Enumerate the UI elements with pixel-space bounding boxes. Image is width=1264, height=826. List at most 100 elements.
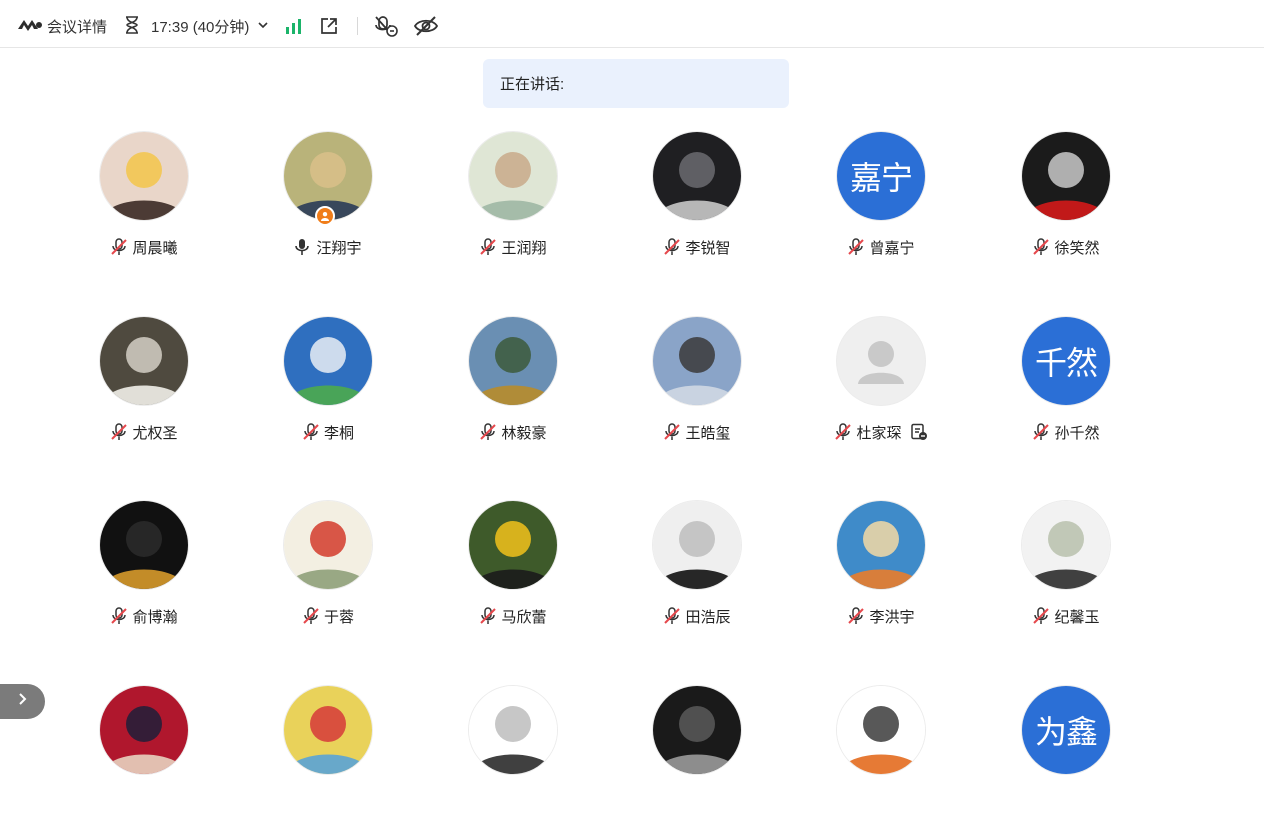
avatar [284, 501, 372, 589]
participant-tile[interactable]: 尤权圣 [69, 317, 219, 457]
microphone-muted-icon [847, 238, 865, 256]
participant-name: 杜家琛 [856, 424, 902, 442]
participant-name-row: 徐笑然 [991, 237, 1141, 257]
participant-name: 王皓玺 [685, 424, 731, 442]
avatar [469, 132, 557, 220]
avatar [284, 317, 372, 405]
avatar-photo [469, 317, 557, 405]
participant-tile[interactable] [806, 686, 956, 826]
participant-name: 纪馨玉 [1054, 608, 1100, 626]
participant-tile[interactable]: 林毅豪 [438, 317, 588, 457]
participant-tile[interactable] [69, 686, 219, 826]
avatar [469, 501, 557, 589]
participant-tile[interactable]: 汪翔宇 [253, 132, 403, 272]
participant-tile[interactable]: 李洪宇 [806, 501, 956, 641]
avatar [653, 501, 741, 589]
participant-name-row: 俞博瀚 [69, 606, 219, 626]
avatar-photo [1022, 501, 1110, 589]
participant-tile[interactable]: 俞博瀚 [69, 501, 219, 641]
avatar [1022, 501, 1110, 589]
microphone-muted-icon [479, 423, 497, 441]
participant-name: 李锐智 [685, 239, 731, 257]
avatar-initials: 千然 [1034, 345, 1098, 381]
avatar [837, 317, 925, 405]
participant-name: 林毅豪 [501, 424, 547, 442]
participant-tile[interactable]: 嘉宁 曾嘉宁 [806, 132, 956, 272]
avatar-initials: 嘉宁 [849, 160, 913, 196]
microphone-muted-icon [302, 607, 320, 625]
participant-tile[interactable]: 王润翔 [438, 132, 588, 272]
microphone-muted-icon [663, 423, 681, 441]
avatar [100, 317, 188, 405]
participant-name: 李桐 [323, 424, 354, 442]
participant-tile[interactable]: 杜家琛 [806, 317, 956, 457]
participant-name-row: 曾嘉宁 [806, 237, 956, 257]
participant-name: 于蓉 [323, 608, 354, 626]
avatar: 嘉宁 [837, 132, 925, 220]
participant-name-row: 尤权圣 [69, 422, 219, 442]
microphone-muted-icon [302, 423, 320, 441]
avatar-photo [100, 501, 188, 589]
avatar-photo [100, 317, 188, 405]
microphone-muted-icon [663, 238, 681, 256]
microphone-icon [294, 238, 312, 256]
participant-name-row: 杜家琛 [806, 422, 956, 442]
microphone-muted-icon [1032, 238, 1050, 256]
microphone-muted-icon [110, 607, 128, 625]
avatar [469, 317, 557, 405]
avatar-photo [100, 132, 188, 220]
participant-name: 李洪宇 [869, 608, 915, 626]
participant-name-row: 马欣蕾 [438, 606, 588, 626]
microphone-muted-icon [479, 238, 497, 256]
participant-name: 周晨曦 [132, 239, 178, 257]
participant-name-row: 纪馨玉 [991, 606, 1141, 626]
participant-grid: 周晨曦 汪翔宇 王润翔 李锐智 嘉宁 曾嘉宁 徐笑然 尤权圣 李桐 林毅豪 王皓玺 杜家琛 千然 孙千然俞… [0, 0, 1264, 774]
participant-tile[interactable] [253, 686, 403, 826]
participant-tile[interactable]: 于蓉 [253, 501, 403, 641]
host-badge-icon [315, 206, 335, 226]
participant-tile[interactable]: 李锐智 [622, 132, 772, 272]
participant-name-row: 王皓玺 [622, 422, 772, 442]
avatar [653, 317, 741, 405]
participant-name: 俞博瀚 [132, 608, 178, 626]
avatar-photo [469, 501, 557, 589]
participant-name-row: 王润翔 [438, 237, 588, 257]
participant-name-row: 周晨曦 [69, 237, 219, 257]
participant-tile[interactable]: 马欣蕾 [438, 501, 588, 641]
avatar [100, 501, 188, 589]
participant-name: 田浩辰 [685, 608, 731, 626]
participant-tile[interactable]: 李桐 [253, 317, 403, 457]
participant-name: 王润翔 [501, 239, 547, 257]
avatar [837, 501, 925, 589]
avatar [653, 132, 741, 220]
participant-name: 汪翔宇 [316, 239, 362, 257]
participant-name-row: 李锐智 [622, 237, 772, 257]
avatar-photo [653, 132, 741, 220]
microphone-muted-icon [110, 238, 128, 256]
participant-tile[interactable]: 千然 孙千然 [991, 317, 1141, 457]
microphone-muted-icon [847, 607, 865, 625]
avatar [1022, 132, 1110, 220]
participant-tile[interactable]: 纪馨玉 [991, 501, 1141, 641]
participant-name-row: 于蓉 [253, 606, 403, 626]
avatar-photo [837, 501, 925, 589]
avatar-photo [469, 132, 557, 220]
participant-tile[interactable]: 为鑫 [991, 686, 1141, 826]
participant-name-row: 林毅豪 [438, 422, 588, 442]
participant-tile[interactable]: 周晨曦 [69, 132, 219, 272]
microphone-muted-icon [663, 607, 681, 625]
participant-tile[interactable] [438, 686, 588, 826]
microphone-muted-icon [1032, 607, 1050, 625]
participant-tile[interactable]: 徐笑然 [991, 132, 1141, 272]
participant-tile[interactable] [622, 686, 772, 826]
participant-name-row: 李洪宇 [806, 606, 956, 626]
participant-tile[interactable]: 田浩辰 [622, 501, 772, 641]
chevron-right-icon [17, 691, 29, 712]
microphone-muted-icon [110, 423, 128, 441]
avatar [100, 132, 188, 220]
participant-name-row: 田浩辰 [622, 606, 772, 626]
participant-tile[interactable]: 王皓玺 [622, 317, 772, 457]
participant-name-row: 李桐 [253, 422, 403, 442]
side-panel-toggle[interactable] [0, 684, 45, 719]
shared-screen-icon [910, 423, 928, 441]
